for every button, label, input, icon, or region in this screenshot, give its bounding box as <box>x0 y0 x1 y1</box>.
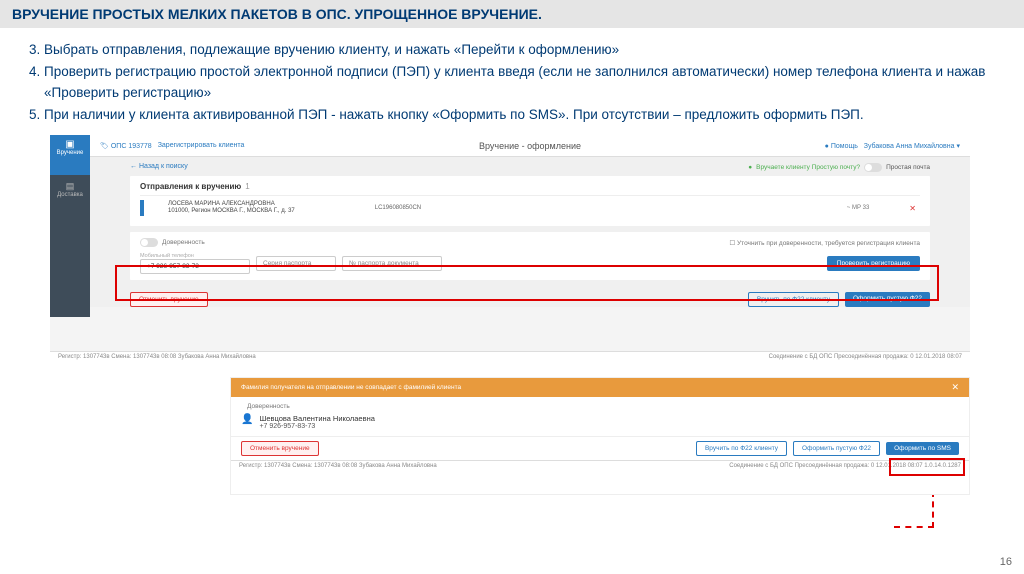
cancel-delivery-button[interactable]: Отменить вручение <box>130 292 208 307</box>
phone-input[interactable]: +7 926-957-83-73 <box>140 259 250 274</box>
sidebar-delivery-icon[interactable]: ▣ Вручение <box>50 135 90 175</box>
proxy-toggle[interactable] <box>140 238 158 247</box>
topbar: 🏷 ОПС 193778 Зарегистрировать клиента Вр… <box>90 135 970 157</box>
shipment-tag: ~ МР 33 <box>847 205 870 211</box>
shipment-code: LC196080850CN <box>375 205 421 211</box>
sms-button[interactable]: Оформить по SMS <box>886 442 959 455</box>
instruction-4: Проверить регистрацию простой электронно… <box>44 62 1004 103</box>
user-name[interactable]: Зубакова Анна Михайловна <box>864 143 955 150</box>
instruction-5: При наличии у клиента активированной ПЭП… <box>44 105 1004 125</box>
register-client-link[interactable]: Зарегистрировать клиента <box>158 142 245 149</box>
close-warning-icon[interactable]: ✕ <box>951 382 959 393</box>
simple-mail-toggle[interactable] <box>864 163 882 172</box>
statusbar: Регистр: 1307743в Смена: 1307743в 08:08 … <box>50 351 970 365</box>
instruction-3: Выбрать отправления, подлежащие вручению… <box>44 40 1004 60</box>
client-phone: +7 926-957-83-73 <box>259 423 374 430</box>
shipment-row[interactable]: ЛОСЕВА МАРИНА АЛЕКСАНДРОВНА 101000, Реги… <box>140 195 920 220</box>
page-title: Вручение - оформление <box>479 141 581 151</box>
cancel-delivery-button-2[interactable]: Отменить вручение <box>241 441 319 456</box>
registration-hint: ☐ Уточнить при доверенности, требуется р… <box>729 239 920 247</box>
f22-client-button[interactable]: Вручить по Ф22 клиенту <box>748 292 839 307</box>
client-name: Шевцова Валентина Николаевна <box>259 414 374 423</box>
sidebar-dostavka-icon[interactable]: ▤ Доставка <box>50 175 90 215</box>
screenshot-1: ▣ Вручение ▤ Доставка 🏷 ОПС 193778 Зарег… <box>50 135 970 365</box>
simple-mail-prompt: ● Вручаете клиенту Простую почту? Проста… <box>748 163 930 172</box>
back-link[interactable]: ← Назад к поиску <box>130 163 188 172</box>
proxy-label: Доверенность <box>162 239 205 246</box>
shipments-panel: Отправления к вручению 1 ЛОСЕВА МАРИНА А… <box>130 176 930 226</box>
passport-number-input[interactable]: № паспорта документа <box>342 256 442 271</box>
remove-shipment-icon[interactable]: ✕ <box>909 204 916 213</box>
panel-count: 1 <box>245 182 249 191</box>
person-icon: 👤 <box>241 414 253 425</box>
passport-series-input[interactable]: Серия паспорта <box>256 256 336 271</box>
screenshot-2: Фамилия получателя на отправлении не сов… <box>230 377 970 495</box>
page-header: ВРУЧЕНИЕ ПРОСТЫХ МЕЛКИХ ПАКЕТОВ В ОПС. У… <box>0 0 1024 28</box>
proxy-label-2: Доверенность <box>247 403 290 410</box>
check-registration-button[interactable]: Проверить регистрацию <box>827 256 920 271</box>
help-link[interactable]: ● Помощь <box>825 143 858 150</box>
instructions: Выбрать отправления, подлежащие вручению… <box>20 40 1004 125</box>
panel-title-text: Отправления к вручению <box>140 182 241 191</box>
warning-banner: Фамилия получателя на отправлении не сов… <box>231 378 969 397</box>
sidebar: ▣ Вручение ▤ Доставка <box>50 135 90 317</box>
statusbar-2: Регистр: 1307743в Смена: 1307743в 08:08 … <box>231 460 969 474</box>
ops-badge: 🏷 ОПС 193778 <box>100 142 152 150</box>
content: Выбрать отправления, подлежащие вручению… <box>0 28 1024 125</box>
empty-f22-button[interactable]: Оформить пустую Ф22 <box>845 292 930 307</box>
page-number: 16 <box>1000 556 1012 568</box>
f22-client-button-2[interactable]: Вручить по Ф22 клиенту <box>696 441 787 456</box>
empty-f22-button-2[interactable]: Оформить пустую Ф22 <box>793 441 880 456</box>
registration-panel: Доверенность ☐ Уточнить при доверенности… <box>130 232 930 280</box>
